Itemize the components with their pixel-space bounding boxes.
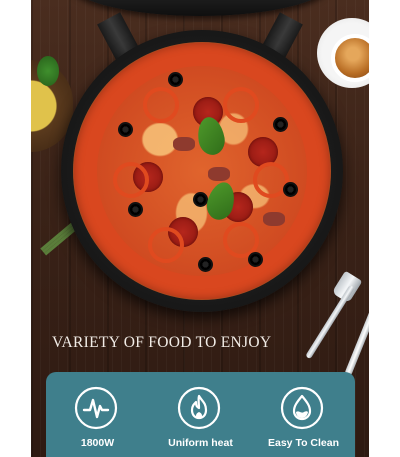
olive-topping bbox=[198, 257, 213, 272]
olive-topping bbox=[128, 202, 143, 217]
appliance-lid bbox=[69, 0, 331, 16]
feature-label: Easy To Clean bbox=[268, 437, 339, 449]
pizza bbox=[73, 42, 331, 300]
feature-label: Uniform heat bbox=[168, 437, 233, 449]
bell-pepper-topping bbox=[148, 227, 184, 263]
tagline: VARIETY OF FOOD TO ENJOY bbox=[52, 334, 272, 351]
feature-heat: Uniform heat bbox=[149, 372, 252, 457]
basil-garnish bbox=[37, 56, 59, 86]
feature-label: 1800W bbox=[80, 437, 115, 449]
sausage-topping bbox=[173, 137, 195, 151]
olive-topping bbox=[168, 72, 183, 87]
olive-topping bbox=[248, 252, 263, 267]
bell-pepper-topping bbox=[223, 87, 259, 123]
sausage-topping bbox=[208, 167, 230, 181]
flame-icon bbox=[177, 386, 221, 430]
water-drop-icon bbox=[280, 386, 324, 430]
olive-topping bbox=[273, 117, 288, 132]
sausage-topping bbox=[263, 212, 285, 226]
olive-topping bbox=[283, 182, 298, 197]
bell-pepper-topping bbox=[113, 162, 149, 198]
olive-topping bbox=[118, 122, 133, 137]
features-panel: 1800W Uniform heat Easy To Clean bbox=[46, 372, 355, 457]
power-icon bbox=[74, 386, 118, 430]
feature-power: 1800W bbox=[46, 372, 149, 457]
feature-clean: Easy To Clean bbox=[252, 372, 355, 457]
bell-pepper-topping bbox=[143, 87, 179, 123]
